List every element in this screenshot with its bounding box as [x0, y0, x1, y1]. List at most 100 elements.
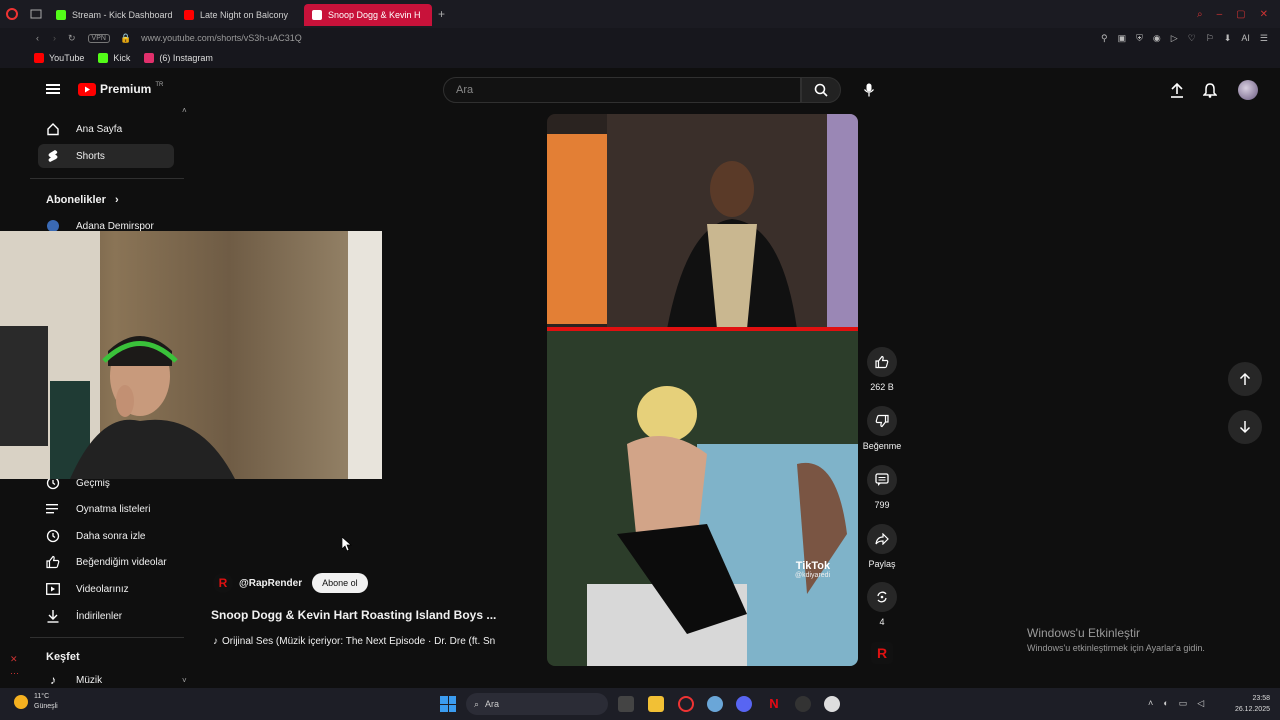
scroll-up-icon[interactable]: ˄ [182, 106, 187, 115]
address-bar: ‹ › ↻ VPN 🔒 www.youtube.com/shorts/vS3h-… [0, 28, 1280, 48]
lock-icon[interactable]: 🔒 [120, 33, 131, 44]
volume-icon[interactable]: ◁ [1197, 698, 1204, 709]
opera-icon[interactable] [678, 696, 694, 712]
mouse-cursor-icon [341, 536, 352, 556]
comments-button[interactable] [867, 465, 897, 495]
subscribe-button[interactable]: Abone ol [312, 573, 368, 593]
upload-button[interactable] [1170, 82, 1184, 103]
taskbar-search[interactable]: ⌕ Ara [466, 693, 608, 715]
shield-icon[interactable]: ⛨ [1136, 33, 1143, 44]
network-icon[interactable]: ▭ [1179, 698, 1188, 709]
comment-count: 799 [874, 500, 890, 510]
new-tab-button[interactable]: + [438, 7, 445, 21]
scroll-down-icon[interactable]: ˅ [182, 676, 187, 685]
browser-tab-bar: Stream - Kick Dashboard Late Night on Ba… [0, 0, 1280, 28]
discord-icon[interactable] [736, 696, 752, 712]
dislike-button[interactable] [867, 406, 897, 436]
next-short-button[interactable] [1228, 410, 1262, 444]
channel-name[interactable]: @RapRender [239, 578, 302, 589]
windows-taskbar: 11°C Güneşli ⌕ Ara N ˄ ◐ ▭ ◁ 23:58 26.12… [0, 688, 1280, 720]
logo-text: Premium [100, 82, 152, 96]
tab-label: Stream - Kick Dashboard [72, 10, 173, 20]
heart-icon[interactable]: ♡ [1188, 33, 1196, 44]
sidebar-item-label: Müzik [76, 674, 103, 686]
file-explorer-icon[interactable] [648, 696, 664, 712]
sidebar-item-playlists[interactable]: Oynatma listeleri [38, 497, 174, 521]
sidebar-item-liked-videos[interactable]: Beğendiğim videolar [38, 550, 174, 574]
weather-widget[interactable]: 11°C Güneşli [14, 692, 58, 712]
remix-count: 4 [879, 617, 885, 627]
bookmark-instagram[interactable]: (6) Instagram [144, 53, 213, 63]
vpn-badge[interactable]: VPN [87, 33, 110, 43]
start-button[interactable] [440, 696, 456, 712]
playlist-icon [46, 502, 60, 516]
bookmark-kick[interactable]: Kick [98, 53, 130, 63]
tab-late-night[interactable]: Late Night on Balcony [176, 4, 304, 26]
sidebar-item-shorts[interactable]: Shorts [38, 144, 174, 168]
sidebar-item-your-videos[interactable]: Videolarınız [38, 577, 174, 601]
close-window-button[interactable]: ✕ [1260, 9, 1268, 20]
remix-button[interactable] [867, 582, 897, 612]
microphone-button[interactable] [856, 77, 882, 103]
search-input[interactable]: Ara [443, 77, 801, 103]
short-video-player[interactable]: TikTok @kdiyaredi [547, 114, 858, 666]
task-view-icon[interactable] [618, 696, 634, 712]
forward-icon[interactable]: › [53, 33, 56, 43]
bag-icon[interactable]: ⚐ [1206, 33, 1214, 44]
search-button[interactable] [801, 77, 841, 103]
extensions-icon[interactable]: ⬇ [1224, 33, 1232, 44]
search-tabs-icon[interactable]: ⌕ [1197, 9, 1203, 20]
tab-menu-icon[interactable] [24, 9, 48, 19]
sidebar-item-watch-later[interactable]: Daha sonra izle [38, 524, 174, 548]
tab-label: Snoop Dogg & Kevin H [328, 10, 421, 20]
share-label: Paylaş [868, 559, 896, 569]
maximize-button[interactable]: ▢ [1236, 9, 1245, 20]
app-icon[interactable] [795, 696, 811, 712]
tray-chevron-icon[interactable]: ˄ [1148, 698, 1153, 709]
notifications-button[interactable] [1202, 82, 1218, 103]
sidebar-more-icon[interactable]: ✕ [10, 654, 18, 665]
tab-kick-dashboard[interactable]: Stream - Kick Dashboard [48, 4, 176, 26]
play-icon[interactable]: ▷ [1171, 33, 1178, 44]
obs-icon[interactable] [824, 696, 840, 712]
netflix-icon[interactable]: N [766, 696, 782, 712]
bookmark-youtube[interactable]: YouTube [34, 53, 84, 63]
settings-app-icon[interactable] [707, 696, 723, 712]
back-icon[interactable]: ‹ [36, 33, 39, 43]
share-button[interactable] [867, 524, 897, 554]
pin-icon[interactable]: ⚲ [1101, 33, 1108, 44]
url-field[interactable]: www.youtube.com/shorts/vS3h-uAC31Q [141, 33, 302, 43]
channel-avatar[interactable]: R [213, 573, 233, 593]
menu-icon[interactable]: ☰ [1260, 33, 1268, 44]
sidebar-dots-icon[interactable]: ⋯ [10, 668, 19, 679]
previous-short-button[interactable] [1228, 362, 1262, 396]
clock[interactable]: 23:58 26.12.2025 [1222, 693, 1270, 715]
short-audio-row[interactable]: ♪ Orijinal Ses (Müzik içeriyor: The Next… [213, 636, 513, 647]
bookmark-label: (6) Instagram [159, 53, 213, 63]
sun-icon [14, 695, 28, 709]
screenshot-icon[interactable]: ▣ [1118, 33, 1127, 44]
tiktok-logo-text: TikTok [795, 560, 831, 572]
avatar[interactable] [1238, 80, 1258, 100]
sidebar-item-home[interactable]: Ana Sayfa [38, 117, 174, 141]
activation-subtitle: Windows'u etkinleştirmek için Ayarlar'a … [1027, 643, 1205, 653]
webcam-overlay [0, 231, 382, 479]
tab-snoop-dogg[interactable]: Snoop Dogg & Kevin H [304, 4, 432, 26]
microphone-icon [863, 83, 875, 97]
hamburger-menu-icon[interactable] [46, 82, 60, 100]
sidebar-item-downloads[interactable]: İndirilenler [38, 604, 174, 628]
subscriptions-heading[interactable]: Abonelikler › [46, 194, 119, 206]
opera-logo-icon[interactable] [0, 0, 24, 28]
thumbs-up-icon [46, 555, 60, 569]
eye-icon[interactable]: ◉ [1153, 33, 1161, 44]
weather-temp: 11°C [34, 693, 50, 700]
reload-icon[interactable]: ↻ [68, 33, 76, 44]
search-icon [814, 83, 828, 97]
audio-thumbnail[interactable]: R [871, 642, 893, 664]
youtube-logo[interactable]: Premium TR [78, 82, 163, 96]
tray-app-icon[interactable]: ◐ [1163, 698, 1168, 709]
short-title[interactable]: Snoop Dogg & Kevin Hart Roasting Island … [211, 608, 496, 622]
minimize-button[interactable]: – [1217, 9, 1223, 20]
ai-icon[interactable]: AI [1241, 33, 1250, 44]
like-button[interactable] [867, 347, 897, 377]
